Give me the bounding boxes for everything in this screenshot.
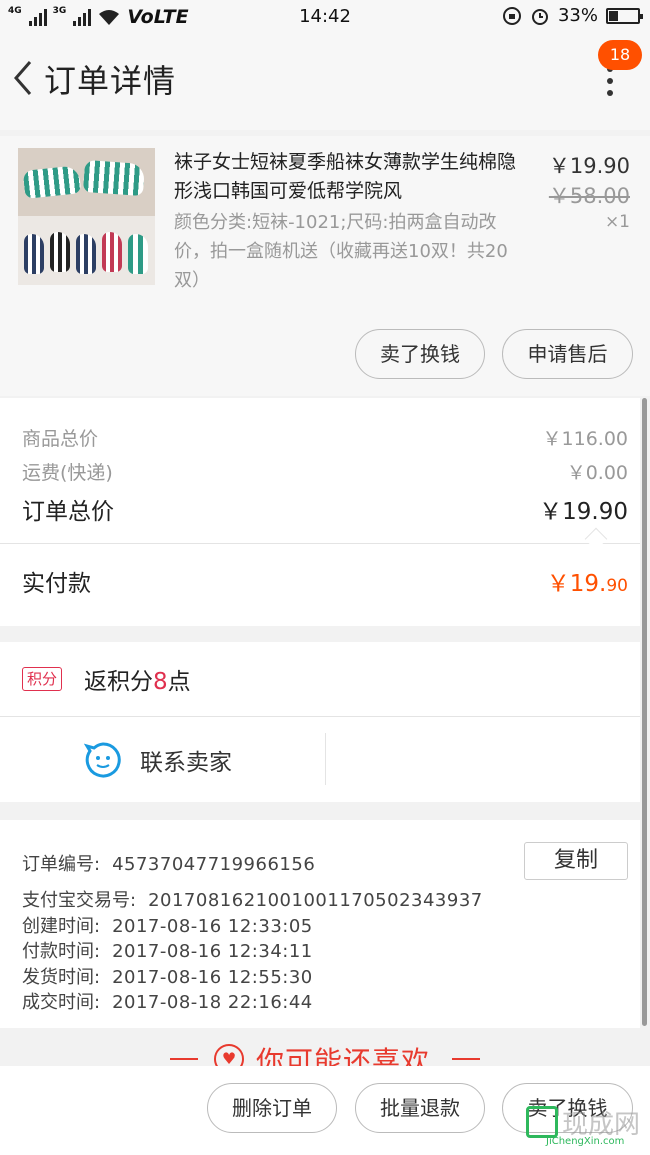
alarm-icon bbox=[531, 8, 548, 25]
info-label: 付款时间: bbox=[22, 941, 101, 962]
rotation-lock-icon bbox=[502, 6, 521, 25]
info-value: 45737047719966156 bbox=[112, 854, 316, 875]
watermark-en: JiChengXin.com bbox=[546, 1136, 625, 1147]
order-total-value: ￥19.90 bbox=[539, 499, 628, 525]
recommend-title: 你可能还喜欢 bbox=[256, 1045, 431, 1066]
points-row: 积分 返积分8点 bbox=[0, 642, 640, 716]
paid-value-cents: 90 bbox=[606, 576, 628, 596]
points-text: 返积分8点 bbox=[84, 662, 191, 696]
paid-value-main: ￥19. bbox=[546, 571, 607, 597]
watermark-logo bbox=[526, 1106, 558, 1138]
info-value: 2017-08-16 12:34:11 bbox=[112, 941, 313, 962]
after-sale-button[interactable]: 申请售后 bbox=[502, 329, 633, 379]
more-menu-icon[interactable] bbox=[600, 66, 620, 96]
shipping-row: 运费(快递) ￥0.00 bbox=[22, 458, 628, 485]
order-info: 订单编号: 45737047719966156 支付宝交易号: 2017081621… bbox=[0, 820, 640, 1028]
contact-divider bbox=[325, 733, 326, 785]
divider-notch bbox=[584, 527, 608, 551]
delete-order-button[interactable]: 删除订单 bbox=[207, 1083, 337, 1133]
copy-button[interactable]: 复制 bbox=[524, 842, 628, 880]
order-total-label: 订单总价 bbox=[22, 499, 114, 525]
batch-refund-button[interactable]: 批量退款 bbox=[355, 1083, 485, 1133]
shipping-value: ￥0.00 bbox=[566, 462, 628, 484]
recommend-header: ♥ 你可能还喜欢 bbox=[0, 1030, 650, 1066]
contact-seller-row[interactable]: 联系卖家 bbox=[0, 716, 640, 802]
back-arrow-icon[interactable] bbox=[8, 58, 38, 98]
product-original-price: ￥58.00 bbox=[548, 184, 630, 208]
info-value: 2017081621001001170502343937 bbox=[148, 890, 483, 911]
recommend-line-right bbox=[452, 1058, 480, 1060]
paid-row: 实付款 ￥19.90 bbox=[22, 564, 628, 598]
order-total-row: 订单总价 ￥19.90 bbox=[22, 492, 628, 526]
paid-time-row: 付款时间: 2017-08-16 12:34:11 bbox=[22, 937, 313, 963]
paid-value: ￥19.90 bbox=[547, 564, 628, 598]
paid-label: 实付款 bbox=[22, 571, 91, 597]
completed-time-row: 成交时间: 2017-08-18 22:16:44 bbox=[22, 988, 313, 1014]
product-quantity: ×1 bbox=[604, 212, 630, 232]
goods-total-value: ￥116.00 bbox=[542, 428, 628, 450]
scrollbar[interactable] bbox=[642, 398, 647, 1026]
status-bar: 4G 3G VoLTE 14:42 33% bbox=[0, 0, 650, 34]
order-number-row: 订单编号: 45737047719966156 bbox=[22, 850, 315, 876]
watermark: 现成网 JiChengXin.com bbox=[526, 1104, 644, 1152]
points-number: 8 bbox=[153, 669, 168, 695]
heart-icon: ♥ bbox=[214, 1044, 244, 1066]
info-value: 2017-08-16 12:55:30 bbox=[112, 967, 313, 988]
recommend-line-left bbox=[170, 1058, 198, 1060]
bottom-action-bar: 删除订单 批量退款 卖了换钱 现成网 JiChengXin.com bbox=[0, 1066, 650, 1155]
product-name[interactable]: 袜子女士短袜夏季船袜女薄款学生纯棉隐形浅口韩国可爱低帮学院风 bbox=[174, 148, 524, 206]
product-spec: 颜色分类:短袜-1021;尺码:拍两盒自动改价，拍一盒随机送（收藏再送10双！共… bbox=[174, 212, 508, 291]
product-card[interactable]: 袜子女士短袜夏季船袜女薄款学生纯棉隐形浅口韩国可爱低帮学院风 颜色分类:短袜-1… bbox=[0, 136, 650, 396]
created-time-row: 创建时间: 2017-08-16 12:33:05 bbox=[22, 912, 313, 938]
info-label: 成交时间: bbox=[22, 992, 101, 1013]
battery-icon bbox=[606, 7, 643, 24]
goods-total-label: 商品总价 bbox=[22, 428, 99, 450]
summary-divider bbox=[0, 543, 640, 544]
info-label: 支付宝交易号: bbox=[22, 890, 137, 911]
resell-button[interactable]: 卖了换钱 bbox=[355, 329, 485, 379]
points-text-after: 点 bbox=[167, 669, 191, 695]
contact-seller-label[interactable]: 联系卖家 bbox=[140, 743, 232, 777]
message-count-badge[interactable]: 18 bbox=[598, 40, 642, 70]
page-title: 订单详情 bbox=[44, 62, 177, 100]
points-badge: 积分 bbox=[22, 667, 63, 691]
shipping-label: 运费(快递) bbox=[22, 462, 113, 484]
info-label: 创建时间: bbox=[22, 916, 101, 937]
alipay-number-row: 支付宝交易号: 2017081621001001170502343937 bbox=[22, 886, 483, 912]
info-label: 发货时间: bbox=[22, 967, 101, 988]
status-right: 33% bbox=[502, 5, 643, 26]
product-price: ￥19.90 bbox=[548, 154, 630, 178]
info-value: 2017-08-16 12:33:05 bbox=[112, 916, 313, 937]
goods-total-row: 商品总价 ￥116.00 bbox=[22, 424, 628, 451]
points-text-before: 返积分 bbox=[84, 669, 153, 695]
product-image[interactable] bbox=[18, 148, 155, 285]
battery-fill bbox=[609, 10, 619, 21]
price-summary: 商品总价 ￥116.00 运费(快递) ￥0.00 订单总价 ￥19.90 实付… bbox=[0, 398, 640, 626]
info-value: 2017-08-18 22:16:44 bbox=[112, 992, 313, 1013]
shipped-time-row: 发货时间: 2017-08-16 12:55:30 bbox=[22, 963, 313, 989]
info-label: 订单编号: bbox=[22, 854, 101, 875]
chat-face-icon[interactable] bbox=[84, 741, 122, 779]
battery-percent: 33% bbox=[557, 5, 598, 26]
nav-header: 订单详情 18 bbox=[0, 34, 650, 130]
